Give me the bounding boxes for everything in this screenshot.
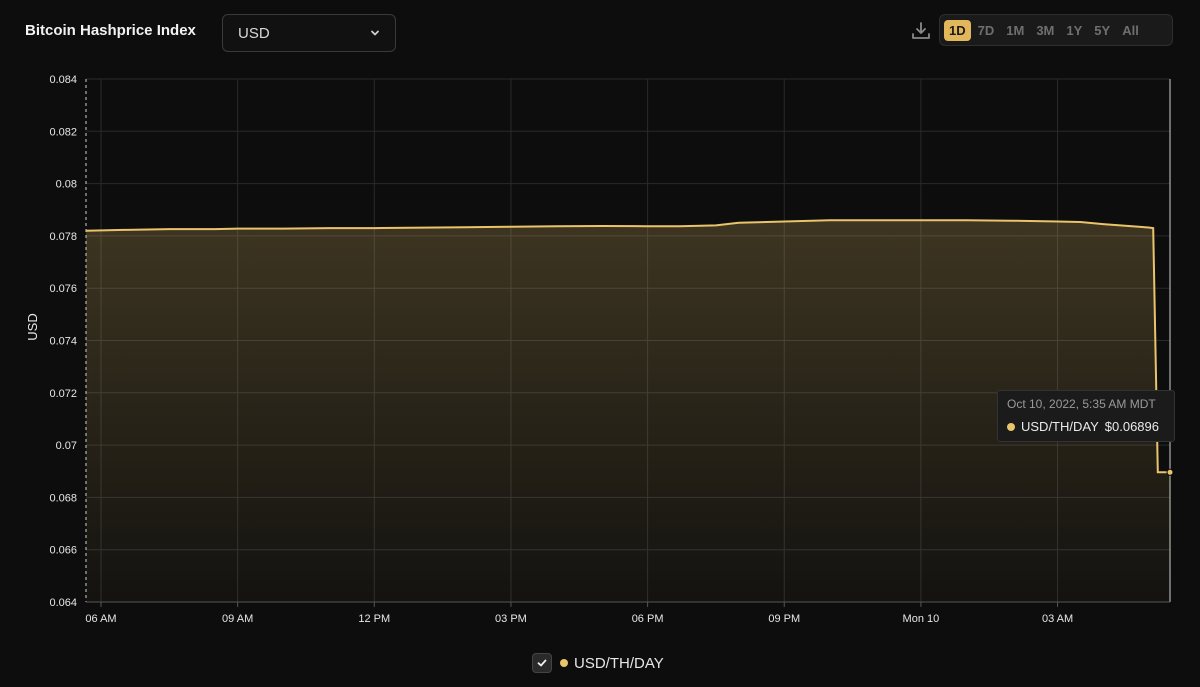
- tooltip-value: $0.06896: [1104, 419, 1159, 434]
- data-tooltip: Oct 10, 2022, 5:35 AM MDT USD/TH/DAY $0.…: [997, 390, 1175, 442]
- x-tick-label: 03 AM: [1042, 613, 1073, 625]
- legend-series-label: USD/TH/DAY: [574, 654, 664, 672]
- legend-series-dot-icon: [560, 659, 568, 667]
- y-tick-label: 0.064: [49, 597, 77, 609]
- tooltip-date: Oct 10, 2022, 5:35 AM MDT: [1007, 397, 1156, 411]
- y-axis-label: USD: [25, 313, 40, 340]
- hover-point[interactable]: [1166, 468, 1174, 476]
- check-icon: [537, 659, 547, 667]
- y-tick-label: 0.074: [49, 336, 77, 348]
- y-tick-label: 0.082: [49, 126, 77, 138]
- hashprice-chart: 0.084 0.082 0.08 0.078 0.076 0.074 0.072 0.07 0.…: [25, 74, 1174, 625]
- y-tick-label: 0.068: [49, 492, 77, 504]
- y-tick-label: 0.076: [49, 283, 77, 295]
- y-tick-label: 0.084: [49, 74, 77, 86]
- series-dot-icon: [1007, 422, 1015, 431]
- x-tick-label: 06 AM: [85, 613, 116, 625]
- y-tick-label: 0.08: [56, 179, 77, 191]
- y-tick-label: 0.072: [49, 388, 77, 400]
- chart-legend: USD/TH/DAY: [532, 653, 664, 673]
- y-tick-label: 0.066: [49, 545, 77, 557]
- x-tick-label: 03 PM: [495, 613, 527, 625]
- legend-item-series[interactable]: USD/TH/DAY: [560, 655, 664, 672]
- y-tick-label: 0.078: [49, 231, 77, 243]
- x-tick-label: 12 PM: [358, 613, 390, 625]
- y-tick-label: 0.07: [56, 440, 77, 452]
- x-tick-label: Mon 10: [903, 613, 940, 625]
- x-tick-label: 09 PM: [768, 613, 800, 625]
- x-tick-label: 06 PM: [632, 613, 664, 625]
- tooltip-series-label: USD/TH/DAY: [1021, 419, 1099, 434]
- x-tick-label: 09 AM: [222, 613, 253, 625]
- legend-checkbox[interactable]: [532, 653, 552, 673]
